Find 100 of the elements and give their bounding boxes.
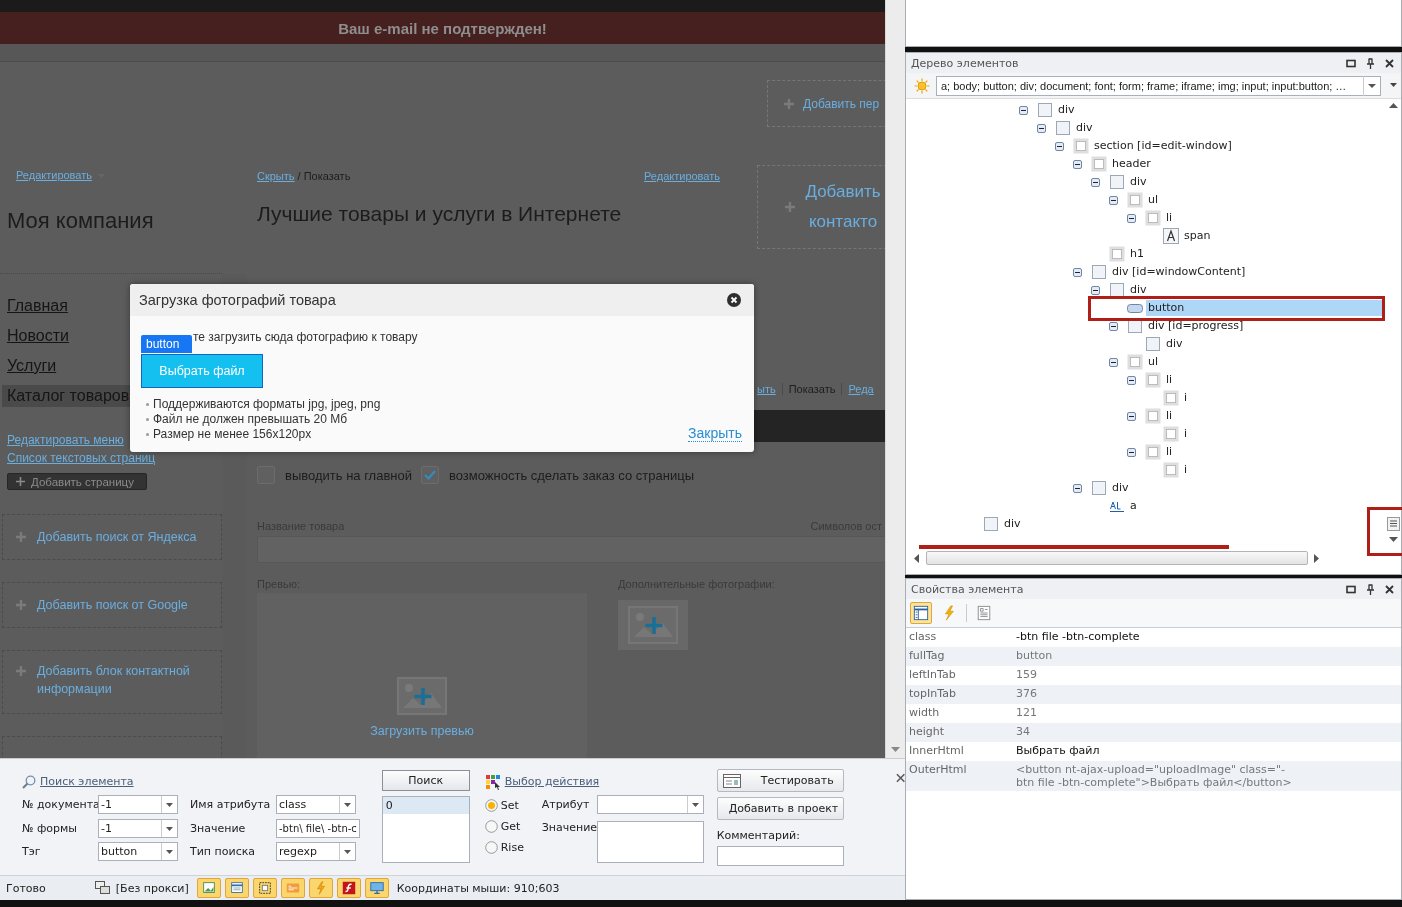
close-icon[interactable] <box>1385 58 1394 68</box>
checkbox[interactable] <box>421 466 439 484</box>
container-icon <box>1145 444 1161 460</box>
frame-icon[interactable] <box>252 878 277 898</box>
radio-button[interactable] <box>484 799 498 812</box>
name-field[interactable] <box>257 536 885 563</box>
property-name: fullTag <box>909 649 946 662</box>
plus-icon <box>15 599 27 611</box>
maximize-icon[interactable] <box>1346 584 1356 594</box>
bullet-icon <box>146 433 149 436</box>
network-icon <box>94 881 111 895</box>
tree-node[interactable]: header <box>1110 156 1153 172</box>
tree-node[interactable]: div <box>1002 516 1023 532</box>
collapse-toggle[interactable] <box>1055 141 1064 151</box>
list-icon[interactable] <box>1386 517 1400 531</box>
scroll-left-icon[interactable] <box>914 553 920 563</box>
property-name: leftInTab <box>909 668 957 681</box>
element-icon <box>1091 480 1107 496</box>
tree-node[interactable]: i <box>1182 462 1190 478</box>
collapse-toggle[interactable] <box>1019 105 1028 115</box>
tree-node[interactable]: span <box>1182 228 1213 244</box>
tree-node[interactable]: li <box>1164 372 1175 388</box>
tree-node[interactable]: button <box>1146 300 1385 316</box>
scrollbar[interactable] <box>885 0 905 758</box>
collapse-toggle[interactable] <box>1127 375 1136 385</box>
search-button[interactable]: Поиск <box>381 770 470 791</box>
tree-node[interactable]: ul <box>1146 354 1161 370</box>
choose-action-link[interactable]: Выбор действия <box>504 775 600 788</box>
radio-button[interactable] <box>484 820 498 833</box>
tree-node[interactable]: h1 <box>1128 246 1146 262</box>
dropdown-arrow-icon[interactable] <box>1390 83 1398 88</box>
flash-player-icon[interactable] <box>336 878 361 898</box>
collapse-toggle[interactable] <box>1109 357 1118 367</box>
close-icon[interactable] <box>1385 584 1394 594</box>
radio-option[interactable]: Get <box>484 816 542 837</box>
tree-node[interactable]: div [id=progress] <box>1146 318 1246 334</box>
dropdown[interactable]: -1 <box>98 795 178 815</box>
tree-node[interactable]: a <box>1128 498 1139 514</box>
collapse-toggle[interactable] <box>1127 411 1136 421</box>
test-button[interactable]: Тестировать <box>716 769 844 792</box>
search-icon <box>22 774 36 789</box>
collapse-toggle[interactable] <box>1109 195 1118 205</box>
dropdown[interactable]: class <box>276 795 356 815</box>
collapse-toggle[interactable] <box>1109 321 1118 331</box>
filter-dropdown[interactable]: a; body; button; div; document; font; form; frame; iframe; img; input; input:button; … <box>936 75 1381 96</box>
tree-node[interactable]: div <box>1164 336 1185 352</box>
comment-field[interactable] <box>716 846 844 866</box>
field-label: Значение <box>541 820 597 834</box>
tree-node[interactable]: div <box>1056 102 1077 118</box>
close-icon[interactable] <box>727 293 741 307</box>
radio-button[interactable] <box>484 841 498 854</box>
property-value: button <box>1016 649 1053 662</box>
container-icon <box>1145 372 1161 388</box>
collapse-toggle[interactable] <box>1073 483 1082 493</box>
maximize-icon[interactable] <box>1346 58 1356 68</box>
dropdown[interactable]: button <box>98 842 178 862</box>
tree-node[interactable]: section [id=edit-window] <box>1092 138 1234 154</box>
status-text: Готово <box>6 881 46 895</box>
radio-option[interactable]: Set <box>484 795 542 816</box>
search-element-link[interactable]: Поиск элемента <box>40 775 134 788</box>
scroll-down-icon[interactable] <box>1388 537 1398 543</box>
palette-icon <box>484 773 501 790</box>
pin-icon[interactable] <box>1366 583 1375 595</box>
collapse-toggle[interactable] <box>1091 285 1100 295</box>
property-name: width <box>909 706 941 719</box>
tree-node[interactable]: li <box>1164 408 1175 424</box>
collapse-toggle[interactable] <box>1073 267 1082 277</box>
tree-node[interactable]: li <box>1164 444 1175 460</box>
tree-node[interactable]: ul <box>1146 192 1161 208</box>
tree-node[interactable]: i <box>1182 426 1190 442</box>
dropdown[interactable]: -1 <box>98 818 178 838</box>
collapse-toggle[interactable] <box>1127 447 1136 457</box>
scroll-up-icon[interactable] <box>1388 103 1398 109</box>
monitor-icon[interactable] <box>364 878 389 898</box>
window-icon[interactable] <box>224 878 249 898</box>
list-item[interactable]: 0 <box>382 797 469 814</box>
tree-node[interactable]: div <box>1128 174 1149 190</box>
scroll-right-icon[interactable] <box>1314 553 1320 563</box>
collapse-toggle[interactable] <box>1073 159 1082 169</box>
image-icon[interactable] <box>196 878 221 898</box>
tree-node[interactable]: i <box>1182 390 1190 406</box>
collapse-toggle[interactable] <box>1091 177 1100 187</box>
add-page-button[interactable]: Добавить страницу <box>7 473 147 490</box>
panel-title: Дерево элементов <box>911 56 1020 70</box>
close-icon[interactable] <box>895 773 905 783</box>
tree-node[interactable]: div [id=windowContent] <box>1110 264 1248 280</box>
pin-icon[interactable] <box>1366 57 1375 69</box>
tree-node[interactable]: li <box>1164 210 1175 226</box>
categorized-view-icon[interactable] <box>910 602 932 624</box>
property-name: OuterHtml <box>909 763 968 776</box>
collapse-toggle[interactable] <box>1037 123 1046 133</box>
text-field[interactable]: -btn\ file\ -btn-c <box>276 818 360 838</box>
tree-node[interactable]: div <box>1074 120 1095 136</box>
tree-node[interactable]: div <box>1128 282 1149 298</box>
tree-node[interactable]: div <box>1110 480 1131 496</box>
add-to-project-button[interactable]: Добавить в проект <box>716 797 844 820</box>
dropdown[interactable]: regexp <box>276 842 356 862</box>
value-field[interactable] <box>596 820 704 863</box>
radio-option[interactable]: Rise <box>484 837 542 858</box>
collapse-toggle[interactable] <box>1127 213 1136 223</box>
